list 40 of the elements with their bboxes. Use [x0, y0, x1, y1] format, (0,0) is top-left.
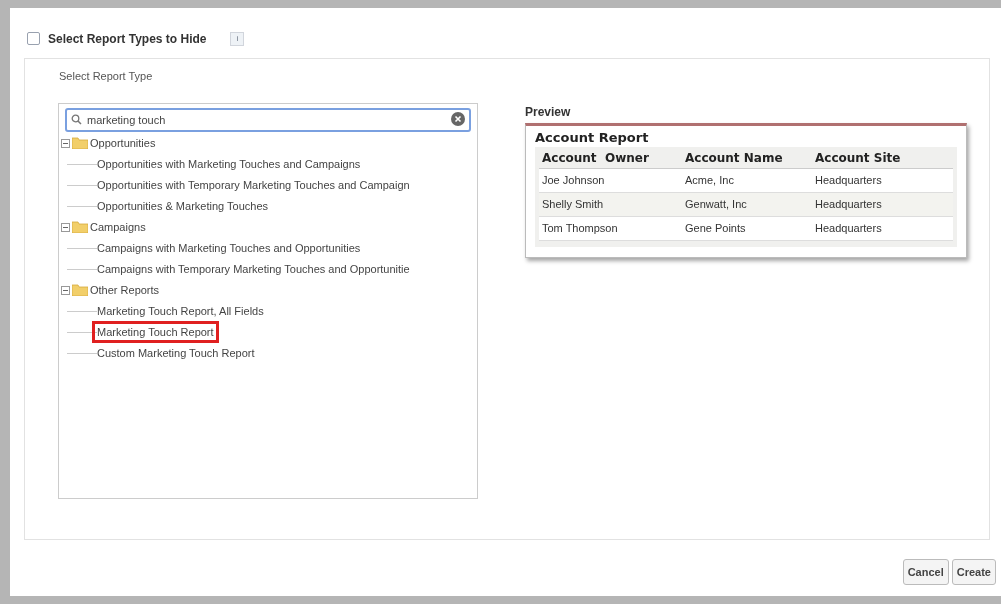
table-cell-text: Headquarters: [814, 173, 883, 189]
info-icon[interactable]: i: [230, 31, 245, 46]
report-item[interactable]: Opportunities with Marketing Touches and Campaigns: [97, 155, 361, 173]
table-cell-text: Gene Points: [684, 221, 747, 237]
table-cell-text: Joe Johnson: [541, 173, 606, 189]
table-cell-text: Shelly Smith: [541, 197, 605, 213]
folder-label[interactable]: Campaigns: [90, 218, 146, 236]
folder-icon: [72, 221, 88, 233]
collapse-icon[interactable]: [61, 285, 70, 295]
create-button[interactable]: Create: [951, 559, 996, 585]
table-cell-text: Tom Thompson: [541, 221, 619, 237]
column-header: Account Owner: [541, 149, 650, 167]
search-field[interactable]: marketing touch: [65, 107, 471, 132]
report-item[interactable]: Opportunities with Temporary Marketing Touches and Campaign: [97, 176, 410, 194]
report-item[interactable]: Marketing Touch Report, All Fields: [97, 302, 264, 320]
header-label: Select Report Types to Hide: [48, 30, 207, 48]
search-icon: [71, 113, 82, 125]
folder-label[interactable]: Opportunities: [90, 134, 156, 152]
checkbox[interactable]: [27, 32, 40, 45]
clear-icon[interactable]: [451, 111, 465, 126]
column-header: Account Site: [814, 149, 902, 167]
report-item[interactable]: Custom Marketing Touch Report: [97, 344, 255, 362]
table-cell-text: Headquarters: [814, 221, 883, 237]
folder-label[interactable]: Other Reports: [90, 281, 160, 299]
collapse-icon[interactable]: [61, 222, 70, 232]
report-title: Account Report: [535, 128, 650, 147]
column-header: Account Name: [684, 149, 784, 167]
folder-icon: [72, 284, 88, 296]
report-item[interactable]: Marketing Touch Report: [95, 323, 216, 341]
report-item[interactable]: Campaigns with Marketing Touches and Opportunities: [97, 239, 361, 257]
folder-icon: [72, 137, 88, 149]
table-cell-text: Acme, Inc: [684, 173, 735, 189]
collapse-icon[interactable]: [61, 138, 70, 148]
table-cell-text: Genwatt, Inc: [684, 197, 748, 213]
table-cell-text: Headquarters: [814, 197, 883, 213]
report-item[interactable]: Campaigns with Temporary Marketing Touches and Opportunitie: [97, 260, 410, 278]
report-item[interactable]: Opportunities & Marketing Touches: [97, 197, 268, 215]
preview-title: Preview: [525, 103, 571, 121]
cancel-button[interactable]: Cancel: [902, 559, 949, 585]
section-label: Select Report Type: [59, 69, 153, 84]
